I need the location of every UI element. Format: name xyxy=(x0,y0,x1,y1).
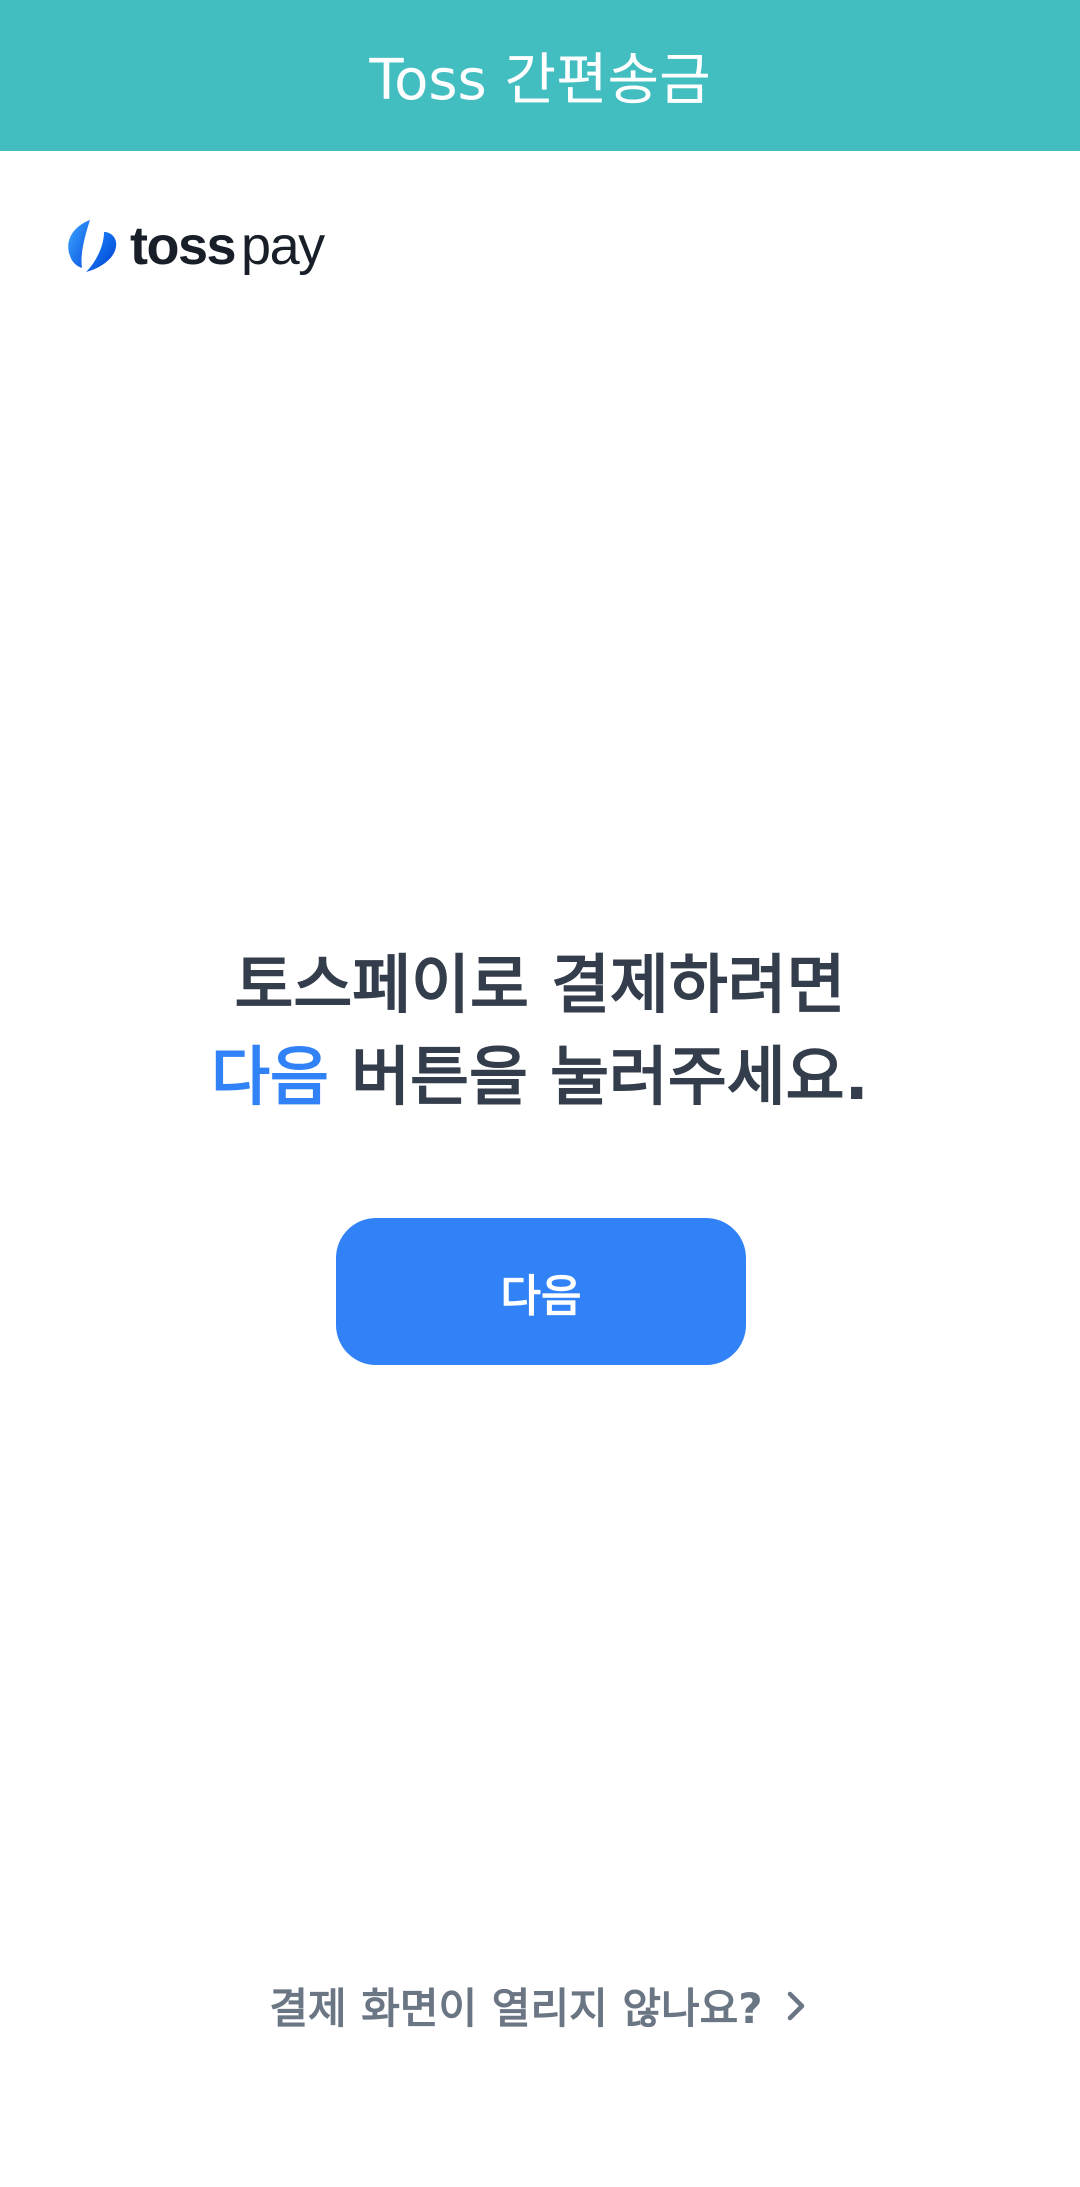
app-bar: Toss 간편송금 xyxy=(0,0,1080,151)
logo-text-pay: pay xyxy=(241,216,325,276)
headline-line2-rest: 버튼을 눌러주세요. xyxy=(328,1041,869,1115)
instruction-headline: 토스페이로 결제하려면 다음 버튼을 눌러주세요. xyxy=(0,940,1080,1124)
tosspay-logo-icon xyxy=(68,220,117,272)
tosspay-logo: toss pay xyxy=(62,214,325,278)
app-bar-title: Toss 간편송금 xyxy=(369,48,711,113)
logo-text-toss: toss xyxy=(130,216,237,276)
chevron-right-icon xyxy=(787,1991,804,2020)
headline-line2: 다음 버튼을 눌러주세요. xyxy=(0,1032,1080,1124)
next-button[interactable]: 다음 xyxy=(336,1218,746,1365)
help-link-label: 결제 화면이 열리지 않나요? xyxy=(269,1984,763,2033)
headline-accent: 다음 xyxy=(211,1041,329,1115)
payment-screen-help-link[interactable]: 결제 화면이 열리지 않나요? xyxy=(0,1975,1080,2036)
tosspay-logo-text: toss pay xyxy=(130,216,325,276)
headline-line1: 토스페이로 결제하려면 xyxy=(234,949,846,1023)
